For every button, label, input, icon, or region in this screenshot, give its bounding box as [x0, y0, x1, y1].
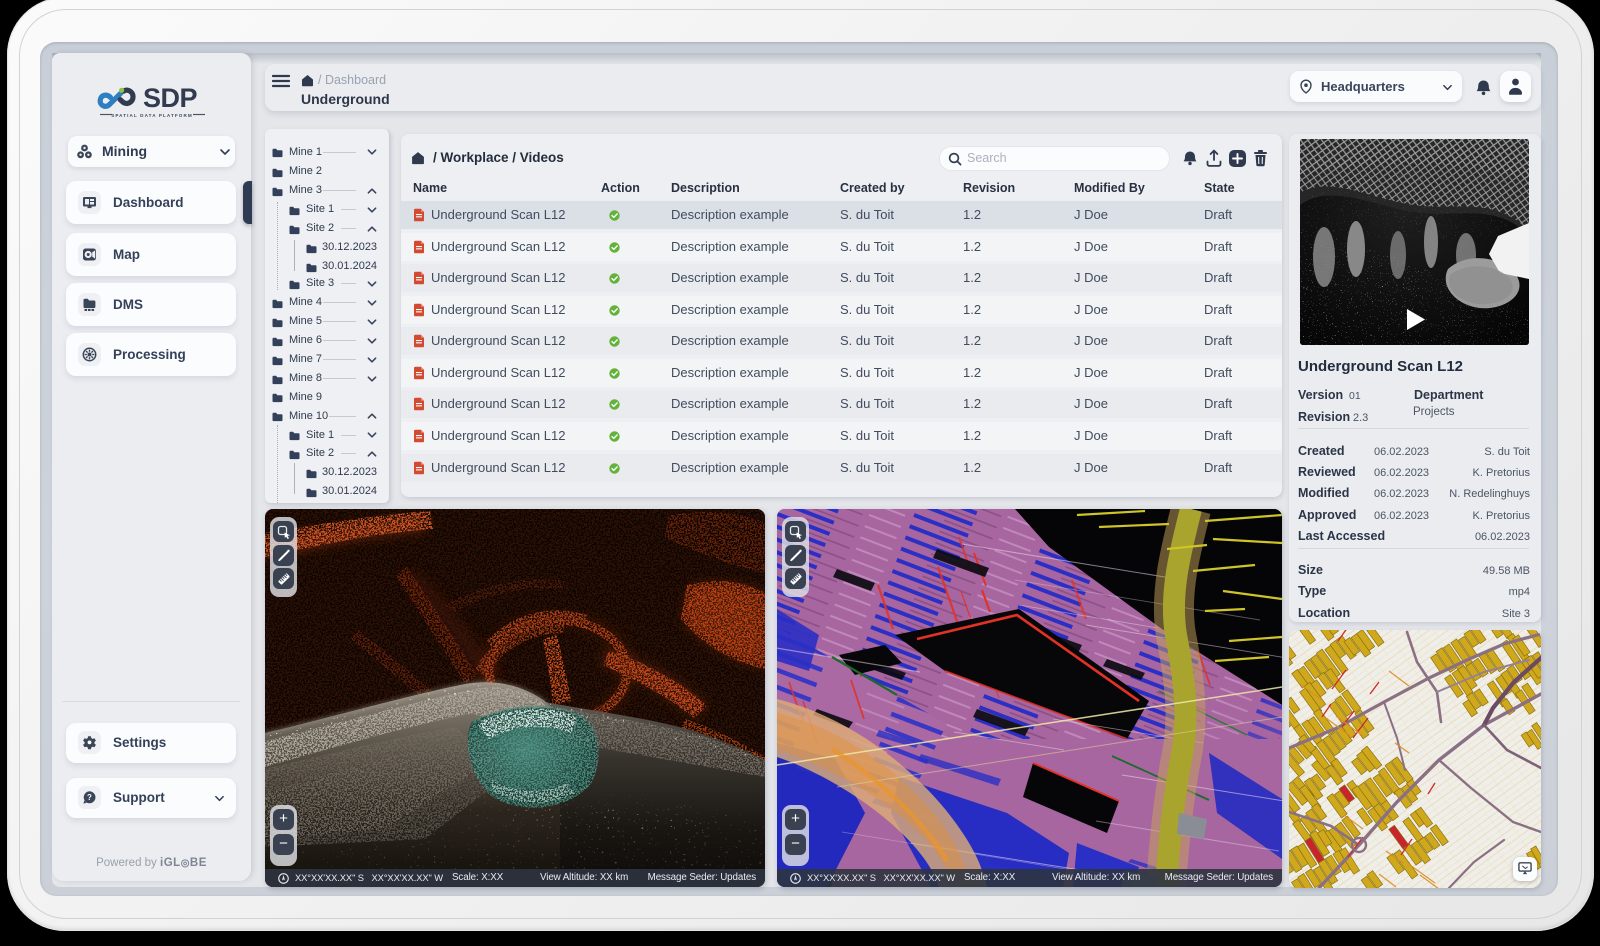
svg-text:?: ? — [87, 793, 92, 802]
svg-text:SPATIAL DATA PLATFORM: SPATIAL DATA PLATFORM — [111, 113, 193, 118]
svg-text:SDP: SDP — [143, 83, 198, 113]
